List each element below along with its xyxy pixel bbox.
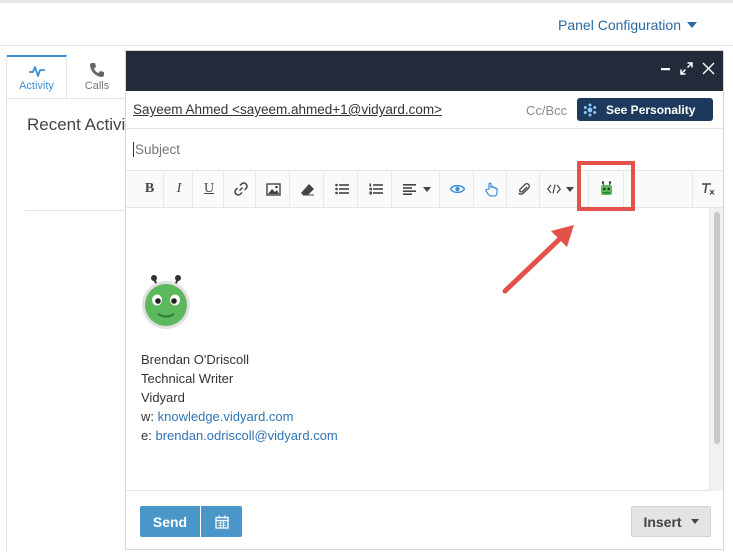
subject-input[interactable] [133,142,533,157]
signature-name: Brendan O'Driscoll [141,352,249,367]
activity-pulse-icon [28,66,45,77]
close-icon[interactable] [702,62,715,75]
bullet-list-icon[interactable] [326,171,358,207]
schedule-send-button[interactable] [201,506,242,537]
divider [25,210,129,211]
composer-title-bar [126,51,723,91]
email-body[interactable]: Brendan O'Driscoll Technical Writer Vidy… [126,208,723,491]
signature-title: Technical Writer [141,371,234,386]
underline-button[interactable]: U [195,171,224,207]
window-controls [660,62,715,75]
email-composer: Sayeem Ahmed <sayeem.ahmed+1@vidyard.com… [125,50,724,550]
phone-icon [90,63,104,77]
composer-footer: Send Insert [126,491,723,549]
chevron-down-icon [687,22,697,28]
chevron-down-icon [422,186,431,192]
clear-format-icon[interactable] [692,171,723,207]
code-dropdown[interactable] [542,171,579,207]
email-link[interactable]: brendan.odriscoll@vidyard.com [155,428,337,443]
scrollbar-thumb[interactable] [714,212,720,444]
recent-activity-heading: Recent Activi [27,115,126,134]
numbered-list-icon[interactable] [360,171,392,207]
align-icon [402,183,416,195]
tab-calls-label: Calls [84,80,110,92]
tab-calls[interactable]: Calls [67,55,127,99]
align-dropdown[interactable] [394,171,440,207]
website-link[interactable]: knowledge.vidyard.com [158,409,294,424]
image-icon[interactable] [258,171,290,207]
panel-configuration-dropdown[interactable]: Panel Configuration [558,17,697,33]
activity-panel: Activity Calls Recent Activi [6,55,129,552]
panel-configuration-label: Panel Configuration [558,17,681,33]
website-prefix: w: [141,409,158,424]
italic-button[interactable]: I [166,171,193,207]
top-bar: Panel Configuration [0,0,733,46]
highlight-box [577,161,635,211]
minimize-icon[interactable] [660,63,671,74]
email-signature: Brendan O'Driscoll Technical Writer Vidy… [141,350,338,445]
insert-label: Insert [643,513,682,530]
cc-bcc-link[interactable]: Cc/Bcc [526,103,567,118]
code-icon [546,184,561,194]
recipient-row: Sayeem Ahmed <sayeem.ahmed+1@vidyard.com… [126,91,723,129]
signature-email-line: e: brendan.odriscoll@vidyard.com [141,426,338,445]
eye-icon[interactable] [442,171,474,207]
email-prefix: e: [141,428,156,443]
pointer-icon[interactable] [476,171,507,207]
signature-website-line: w: knowledge.vidyard.com [141,407,338,426]
chevron-down-icon [565,186,574,192]
chevron-down-icon [690,519,699,524]
panel-tabs: Activity Calls [7,55,128,99]
body-scrollbar[interactable] [709,208,723,491]
calendar-icon [214,515,229,529]
recipient-address[interactable]: Sayeem Ahmed <sayeem.ahmed+1@vidyard.com… [133,102,442,117]
expand-icon[interactable] [680,62,693,75]
see-personality-label: See Personality [606,102,696,117]
send-button[interactable]: Send [140,506,200,537]
tab-activity[interactable]: Activity [7,55,67,99]
tab-activity-label: Activity [19,80,54,92]
vidyard-robot-avatar [142,275,190,329]
insert-dropdown-button[interactable]: Insert [631,506,711,537]
personality-icon [583,103,597,116]
paperclip-icon[interactable] [509,171,540,207]
link-icon[interactable] [226,171,256,207]
eraser-icon[interactable] [292,171,324,207]
see-personality-button[interactable]: See Personality [577,98,713,121]
signature-company: Vidyard [141,390,185,405]
bold-button[interactable]: B [136,171,164,207]
